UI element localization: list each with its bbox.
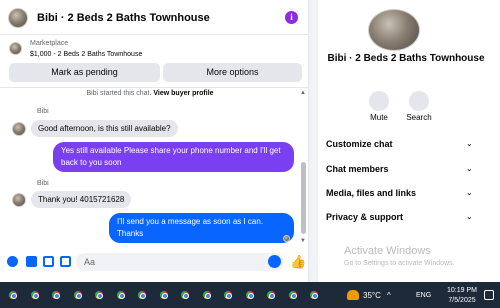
mute-bell-icon[interactable]: [369, 91, 389, 111]
gif-icon[interactable]: [60, 256, 71, 267]
profile-avatar[interactable]: [368, 9, 420, 51]
chrome-icon[interactable]: [72, 289, 84, 301]
mute-label[interactable]: Mute: [359, 113, 399, 122]
emoji-icon[interactable]: [268, 255, 281, 268]
chrome-icon[interactable]: [93, 289, 105, 301]
section-customize-chat[interactable]: Customize chat: [326, 139, 476, 149]
info-icon[interactable]: i: [285, 11, 298, 24]
message-input[interactable]: Aa: [76, 253, 284, 271]
search-label[interactable]: Search: [399, 113, 439, 122]
chevron-down-icon[interactable]: ⌄: [466, 139, 473, 148]
chat-started-text: Bibi started this chat.: [86, 90, 152, 97]
sender-label: Bibi: [37, 108, 49, 115]
scroll-up-arrow-icon[interactable]: ▲: [300, 90, 306, 96]
sticker-icon[interactable]: [43, 256, 54, 267]
incoming-message: Thank you! 4015721628: [31, 191, 132, 208]
tray-chevron-up-icon[interactable]: ^: [387, 291, 391, 300]
listing-price[interactable]: $1,000 - 2 Beds 2 Baths Townhouse: [30, 51, 142, 58]
activate-windows-title: Activate Windows: [344, 245, 431, 257]
chrome-icon[interactable]: [50, 289, 62, 301]
section-privacy-support[interactable]: Privacy & support: [326, 212, 476, 222]
chrome-icon[interactable]: [136, 289, 148, 301]
more-options-button[interactable]: More options: [163, 63, 302, 82]
sender-avatar[interactable]: [12, 122, 26, 136]
chrome-icon[interactable]: [287, 289, 299, 301]
scrollbar-thumb[interactable]: [301, 162, 306, 234]
marketplace-label: Marketplace: [30, 40, 69, 47]
scroll-down-arrow-icon[interactable]: ▼: [300, 238, 306, 244]
incoming-message: Good afternoon, is this still available?: [31, 120, 178, 137]
chat-started-notice: Bibi started this chat. View buyer profi…: [0, 90, 300, 97]
clock-time[interactable]: 10:19 PM: [447, 287, 477, 294]
clock-date[interactable]: 7/5/2025: [444, 297, 480, 304]
outgoing-message: Yes still available Please share your ph…: [53, 142, 294, 172]
temperature-text: 35°C: [363, 291, 381, 300]
thumbs-up-icon[interactable]: 👍: [290, 254, 306, 270]
chrome-icon[interactable]: [222, 289, 234, 301]
section-media-files-links[interactable]: Media, files and links: [326, 188, 476, 198]
profile-name: Bibi · 2 Beds 2 Baths Townhouse: [327, 53, 485, 64]
chevron-down-icon[interactable]: ⌄: [466, 212, 473, 221]
chrome-icon[interactable]: [244, 289, 256, 301]
section-chat-members[interactable]: Chat members: [326, 164, 476, 174]
sender-label: Bibi: [37, 180, 49, 187]
chrome-icon[interactable]: [115, 289, 127, 301]
weather-temperature[interactable]: 35°C: [345, 291, 381, 300]
chrome-icon[interactable]: [7, 289, 19, 301]
chevron-down-icon[interactable]: ⌄: [466, 164, 473, 173]
language-indicator[interactable]: ENG: [416, 292, 431, 299]
activate-windows-subtitle: Go to Settings to activate Windows.: [344, 260, 455, 267]
chrome-icon[interactable]: [308, 289, 320, 301]
outgoing-message: I'll send you a message as soon as I can…: [109, 213, 294, 243]
seen-avatar: [283, 235, 290, 242]
chrome-icon[interactable]: [265, 289, 277, 301]
chevron-down-icon[interactable]: ⌄: [466, 188, 473, 197]
chrome-icon[interactable]: [158, 289, 170, 301]
search-icon[interactable]: [409, 91, 429, 111]
plus-icon[interactable]: [7, 256, 18, 267]
photo-icon[interactable]: [26, 256, 37, 267]
view-buyer-profile-link[interactable]: View buyer profile: [153, 90, 213, 97]
mark-as-pending-button[interactable]: Mark as pending: [9, 63, 160, 82]
sender-avatar[interactable]: [12, 193, 26, 207]
chat-title[interactable]: Bibi · 2 Beds 2 Baths Townhouse: [37, 12, 210, 24]
chrome-icon[interactable]: [201, 289, 213, 301]
chrome-icon[interactable]: [179, 289, 191, 301]
header-avatar[interactable]: [8, 8, 28, 28]
notification-icon[interactable]: [484, 290, 494, 300]
chrome-icon[interactable]: [29, 289, 41, 301]
listing-thumbnail[interactable]: [9, 42, 22, 55]
